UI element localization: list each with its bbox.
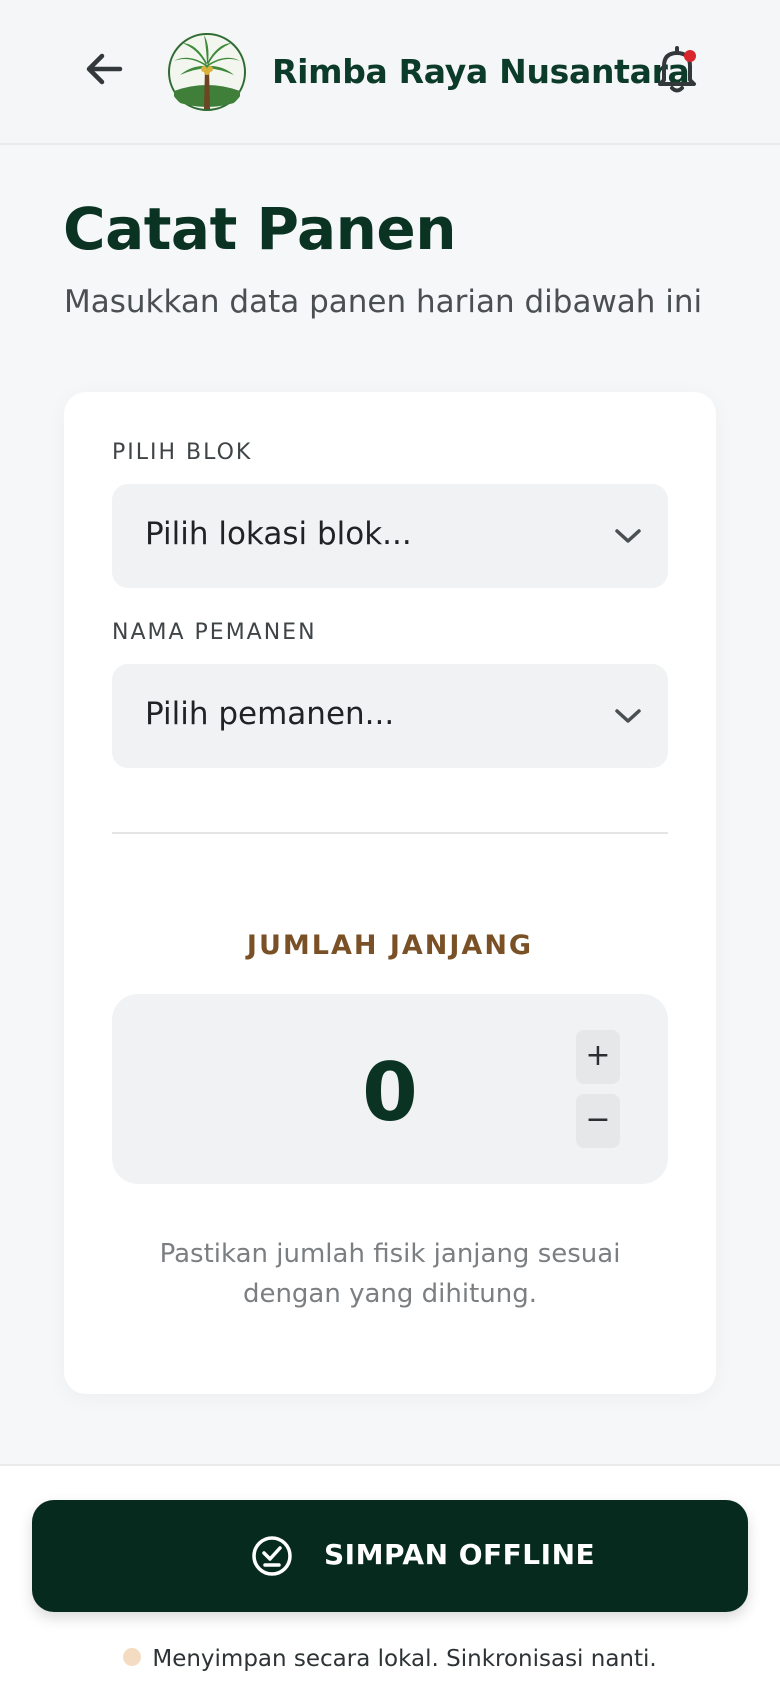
bottom-action-bar: SIMPAN OFFLINE Menyimpan secara lokal. S… [0,1464,780,1694]
page-title: Catat Panen [63,195,457,263]
block-select[interactable]: Pilih lokasi blok... [112,484,668,588]
divider [112,832,668,834]
notification-dot [684,50,696,62]
back-button[interactable] [80,45,128,93]
helper-note: Pastikan jumlah fisik janjang sesuai den… [159,1239,621,1309]
harvest-form-card: PILIH BLOK Pilih lokasi blok... NAMA PEM… [64,392,716,1394]
increment-button[interactable]: + [576,1030,620,1084]
save-offline-label: SIMPAN OFFLINE [324,1538,596,1571]
chevron-down-icon [615,529,641,543]
page-subtitle: Masukkan data panen harian dibawah ini [64,284,703,320]
top-app-bar: Rimba Raya Nusantara [0,0,780,145]
save-offline-button[interactable]: SIMPAN OFFLINE [32,1500,748,1612]
chevron-down-icon [615,709,641,723]
decrement-button[interactable]: − [576,1094,620,1148]
sync-status-text: Menyimpan secara lokal. Sinkronisasi nan… [152,1646,657,1672]
sync-status: Menyimpan secara lokal. Sinkronisasi nan… [0,1646,780,1672]
harvester-select[interactable]: Pilih pemanen... [112,664,668,768]
brand-logo [166,31,248,113]
block-select-value: Pilih lokasi blok... [145,516,412,552]
arrow-left-icon [86,53,123,85]
harvester-label: NAMA PEMANEN [112,620,317,645]
bell-icon [658,46,696,93]
app-root: Rimba Raya Nusantara Catat Panen Masukka… [0,0,780,1694]
notifications-button[interactable] [654,44,700,94]
bunch-count-label: JUMLAH JANJANG [246,930,534,961]
block-label: PILIH BLOK [112,440,253,465]
brand-name: Rimba Raya Nusantara [272,52,690,91]
bunch-count-stepper: 0 + − [112,994,668,1184]
status-dot [123,1648,142,1666]
check-circle-icon [252,1536,292,1576]
harvester-select-value: Pilih pemanen... [145,696,395,732]
